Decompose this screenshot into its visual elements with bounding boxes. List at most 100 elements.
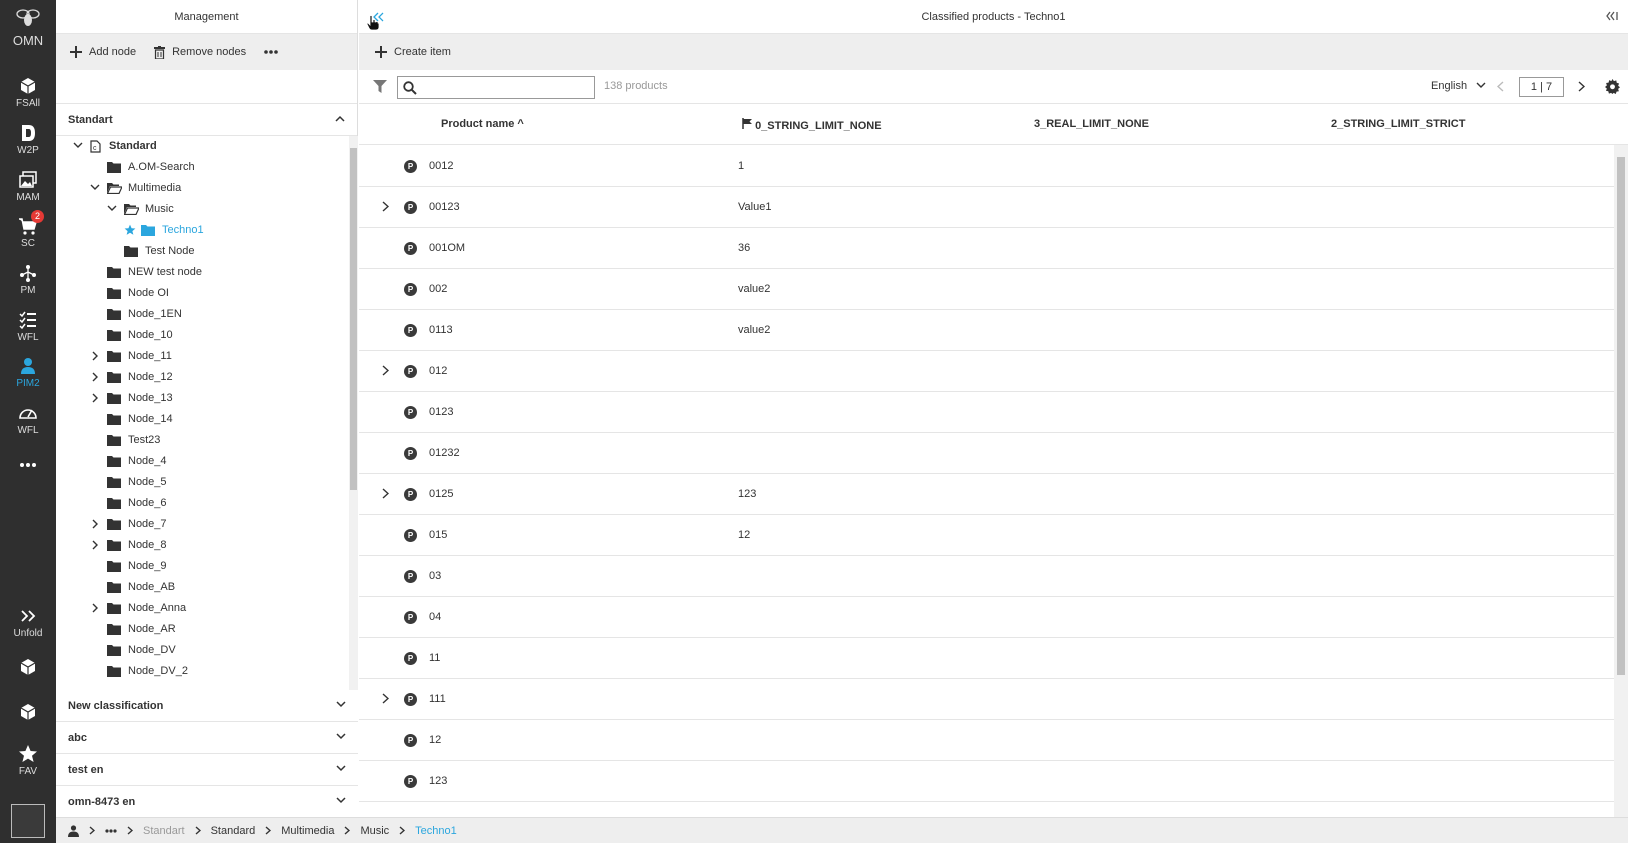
column-header-col1[interactable]: 0_STRING_LIMIT_NONE	[742, 118, 882, 132]
breadcrumb-item[interactable]: Standard	[211, 825, 256, 837]
tree-node[interactable]: Test23	[56, 430, 346, 451]
rail-unfold-button[interactable]: Unfold	[0, 606, 56, 639]
classification-header-new-classification[interactable]: New classification	[56, 690, 358, 722]
classification-header-omn-8473-en[interactable]: omn-8473 en	[56, 786, 358, 818]
rail-item-mam[interactable]: MAM	[0, 170, 56, 203]
tree-node[interactable]: Node_6	[56, 493, 346, 514]
rail-item-fav[interactable]: FAV	[0, 744, 56, 777]
tree-node[interactable]: Node_14	[56, 409, 346, 430]
rail-item-sc[interactable]: 2 SC	[0, 210, 56, 249]
table-row[interactable]: P 012	[359, 350, 1614, 392]
rail-item-wfl[interactable]: WFL	[0, 310, 56, 343]
table-row[interactable]: P 04	[359, 596, 1614, 638]
tree-node[interactable]: NEW test node	[56, 262, 346, 283]
create-item-button[interactable]: Create item	[375, 46, 451, 58]
table-row[interactable]: P 03	[359, 555, 1614, 597]
table-row[interactable]: P 002 value2	[359, 268, 1614, 310]
tree-node[interactable]: Music	[56, 199, 346, 220]
more-actions-button[interactable]	[264, 50, 285, 54]
omn-logo[interactable]: OMN	[0, 8, 56, 48]
page-indicator[interactable]: 1 | 7	[1519, 77, 1564, 97]
scrollbar-thumb[interactable]	[350, 148, 357, 490]
rail-item-pm[interactable]: PM	[0, 263, 56, 296]
remove-nodes-button[interactable]: Remove nodes	[154, 45, 246, 59]
next-page-icon[interactable]	[1578, 81, 1585, 92]
tree-node[interactable]: Node_AR	[56, 619, 346, 640]
tree-node[interactable]: Node_9	[56, 556, 346, 577]
chevron-right-icon[interactable]	[92, 540, 99, 550]
tree-node[interactable]: c Standard	[56, 136, 346, 157]
language-select[interactable]: English	[1431, 80, 1486, 92]
table-row[interactable]: P 001OM 36	[359, 227, 1614, 269]
chevron-down-icon[interactable]	[73, 142, 83, 149]
tree-node[interactable]: Node OI	[56, 283, 346, 304]
tree-node[interactable]: Node_11	[56, 346, 346, 367]
chevron-down-icon[interactable]	[90, 184, 100, 191]
chevron-down-icon[interactable]	[107, 205, 117, 212]
chevron-right-icon[interactable]	[92, 519, 99, 529]
tree-node[interactable]: Node_AB	[56, 577, 346, 598]
chevron-right-icon[interactable]	[382, 693, 389, 704]
column-header-col3[interactable]: 2_STRING_LIMIT_STRICT	[1331, 118, 1465, 130]
breadcrumb-current[interactable]: Techno1	[415, 825, 457, 837]
tree-node[interactable]: Test Node	[56, 241, 346, 262]
classification-header-abc[interactable]: abc	[56, 722, 358, 754]
add-node-button[interactable]: Add node	[70, 46, 136, 58]
chevron-right-icon[interactable]	[382, 365, 389, 376]
chevron-right-icon[interactable]	[92, 372, 99, 382]
classification-header-standart[interactable]: Standart	[56, 104, 357, 136]
tree-scrollbar[interactable]	[349, 136, 358, 690]
table-row[interactable]: P 123	[359, 760, 1614, 802]
tree-node[interactable]: Node_10	[56, 325, 346, 346]
tree-node[interactable]: Node_7	[56, 514, 346, 535]
scrollbar-thumb[interactable]	[1617, 157, 1625, 675]
rail-item-wfl-2[interactable]: WFL	[0, 403, 56, 436]
table-row[interactable]: P 0123	[359, 391, 1614, 433]
tree-node[interactable]: Node_12	[56, 367, 346, 388]
chevron-right-icon[interactable]	[92, 603, 99, 613]
tree-node[interactable]: Node_5	[56, 472, 346, 493]
classification-header-test-en[interactable]: test en	[56, 754, 358, 786]
tree-node[interactable]: Node_8	[56, 535, 346, 556]
tree-node[interactable]: Techno1	[56, 220, 346, 241]
filter-icon[interactable]	[373, 80, 387, 93]
breadcrumb-item[interactable]: Multimedia	[281, 825, 334, 837]
column-header-product-name[interactable]: Product name ^	[441, 118, 524, 130]
gear-icon[interactable]	[1605, 79, 1620, 94]
tree-node[interactable]: Node_4	[56, 451, 346, 472]
search-input[interactable]	[422, 79, 590, 96]
table-row[interactable]: P 015 12	[359, 514, 1614, 556]
tree-node[interactable]: Node_DV_2	[56, 661, 346, 682]
collapse-right-button[interactable]	[1606, 0, 1618, 34]
rail-item-pim2[interactable]: PIM2	[0, 356, 56, 389]
search-box[interactable]	[397, 76, 595, 99]
chevron-right-icon[interactable]	[92, 351, 99, 361]
rail-more-button[interactable]	[0, 455, 56, 475]
pim-icon[interactable]	[68, 824, 79, 837]
table-row[interactable]: P 0125 123	[359, 473, 1614, 515]
tree-node[interactable]: Node_1EN	[56, 304, 346, 325]
table-row[interactable]: P 01232	[359, 432, 1614, 474]
table-row[interactable]: P 12	[359, 719, 1614, 761]
tree-node[interactable]: A.OM-Search	[56, 157, 346, 178]
column-header-col2[interactable]: 3_REAL_LIMIT_NONE	[1034, 118, 1149, 130]
chevron-right-icon[interactable]	[92, 393, 99, 403]
tree-node[interactable]: Node_13	[56, 388, 346, 409]
chevron-right-icon[interactable]	[382, 201, 389, 212]
table-row[interactable]: P 0113 value2	[359, 309, 1614, 351]
table-row[interactable]: P 00123 Value1	[359, 186, 1614, 228]
breadcrumb-item[interactable]: Music	[360, 825, 389, 837]
rail-item-w2p[interactable]: W2P	[0, 123, 56, 156]
breadcrumb-item[interactable]: Standart	[143, 825, 185, 837]
products-scrollbar[interactable]	[1614, 145, 1628, 817]
tree-node[interactable]: Node_Anna	[56, 598, 346, 619]
tree-node[interactable]: Node_DV	[56, 640, 346, 661]
chevron-right-icon[interactable]	[382, 488, 389, 499]
table-row[interactable]: P 11	[359, 637, 1614, 679]
more-icon[interactable]	[105, 828, 117, 833]
previous-page-icon[interactable]	[1497, 81, 1504, 92]
rail-item-cube-a[interactable]	[0, 657, 56, 677]
tree-node[interactable]: Multimedia	[56, 178, 346, 199]
user-avatar[interactable]	[11, 804, 45, 838]
table-row[interactable]: P 0012 1	[359, 145, 1614, 187]
